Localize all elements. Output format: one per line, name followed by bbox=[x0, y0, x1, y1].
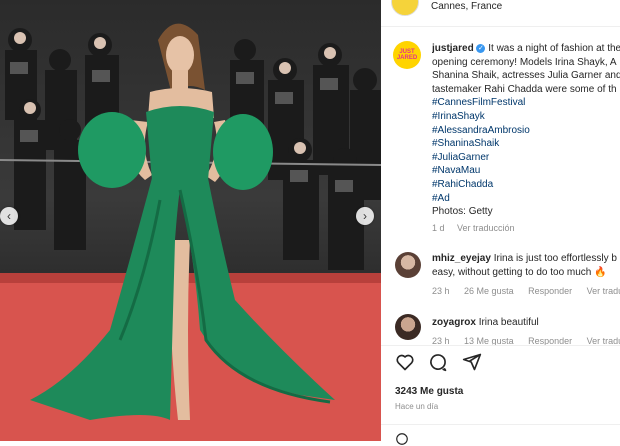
comment-text-cont: easy, without getting to do too much 🔥 bbox=[432, 266, 607, 278]
comment-username[interactable]: mhiz_eyejay bbox=[432, 253, 491, 264]
caption-translate-link[interactable]: Ver traducción bbox=[457, 223, 515, 233]
chevron-left-icon[interactable]: ‹ bbox=[0, 207, 18, 225]
post-like-count[interactable]: 3243 Me gusta bbox=[395, 386, 463, 397]
comment-translate-link[interactable]: Ver traducció bbox=[587, 286, 620, 296]
hashtag-link[interactable]: #IrinaShayk bbox=[432, 110, 620, 124]
hashtag-link[interactable]: #RahiChadda bbox=[432, 178, 620, 192]
commenter-avatar[interactable] bbox=[395, 252, 421, 278]
post-side-panel: Cannes, France JUST JARED justjared ✓ It… bbox=[381, 0, 620, 445]
hashtag-link[interactable]: #Ad bbox=[432, 192, 620, 206]
caption-line-2: opening ceremony! Models Irina Shayk, A bbox=[432, 56, 617, 68]
post-photo[interactable]: ‹ › bbox=[0, 0, 381, 441]
caption-line-4: tastemaker Rahi Chadda were some of th bbox=[432, 83, 617, 95]
hashtag-link[interactable]: #ShaninaShaik bbox=[432, 137, 620, 151]
caption-line-1: It was a night of fashion at the bbox=[488, 43, 620, 54]
comment-text: Irina beautiful bbox=[478, 317, 539, 328]
comment-item: mhiz_eyejay Irina is just too effortless… bbox=[395, 252, 620, 302]
caption-line-3: Shanina Shaik, actresses Julia Garner an… bbox=[432, 70, 620, 82]
post-caption: justjared ✓ It was a night of fashion at… bbox=[432, 42, 620, 235]
hashtag-link[interactable]: #NavaMau bbox=[432, 164, 620, 178]
share-icon[interactable] bbox=[462, 352, 482, 372]
emoji-icon[interactable] bbox=[395, 432, 409, 446]
comment-text: Irina is just too effortlessly b bbox=[493, 253, 617, 264]
comment-username[interactable]: zoyagrox bbox=[432, 317, 476, 328]
heart-icon[interactable] bbox=[395, 352, 415, 372]
chevron-right-icon[interactable]: › bbox=[356, 207, 374, 225]
photo-illustration bbox=[0, 23, 381, 441]
verified-badge-icon: ✓ bbox=[476, 43, 486, 53]
hashtag-link[interactable]: #JuliaGarner bbox=[432, 151, 620, 165]
post-time: Hace un día bbox=[395, 402, 439, 411]
caption-username[interactable]: justjared bbox=[432, 43, 474, 54]
caption-time: 1 d bbox=[432, 222, 445, 233]
hashtag-link[interactable]: #AlessandraAmbrosio bbox=[432, 124, 620, 138]
comment-likes[interactable]: 26 Me gusta bbox=[464, 286, 514, 296]
divider bbox=[381, 26, 620, 27]
divider bbox=[381, 424, 620, 425]
caption-avatar[interactable]: JUST JARED bbox=[393, 41, 421, 69]
post-actions bbox=[395, 352, 491, 374]
comment-icon[interactable] bbox=[428, 352, 448, 372]
commenter-avatar[interactable] bbox=[395, 314, 421, 340]
hashtag-link[interactable]: #CannesFilmFestival bbox=[432, 96, 620, 110]
photo-credit: Photos: Getty bbox=[432, 206, 493, 218]
post-location[interactable]: Cannes, France bbox=[431, 1, 502, 12]
account-avatar-header[interactable] bbox=[391, 0, 419, 16]
comment-time: 23 h bbox=[432, 286, 450, 296]
comment-reply-link[interactable]: Responder bbox=[528, 286, 572, 296]
divider bbox=[381, 345, 620, 346]
